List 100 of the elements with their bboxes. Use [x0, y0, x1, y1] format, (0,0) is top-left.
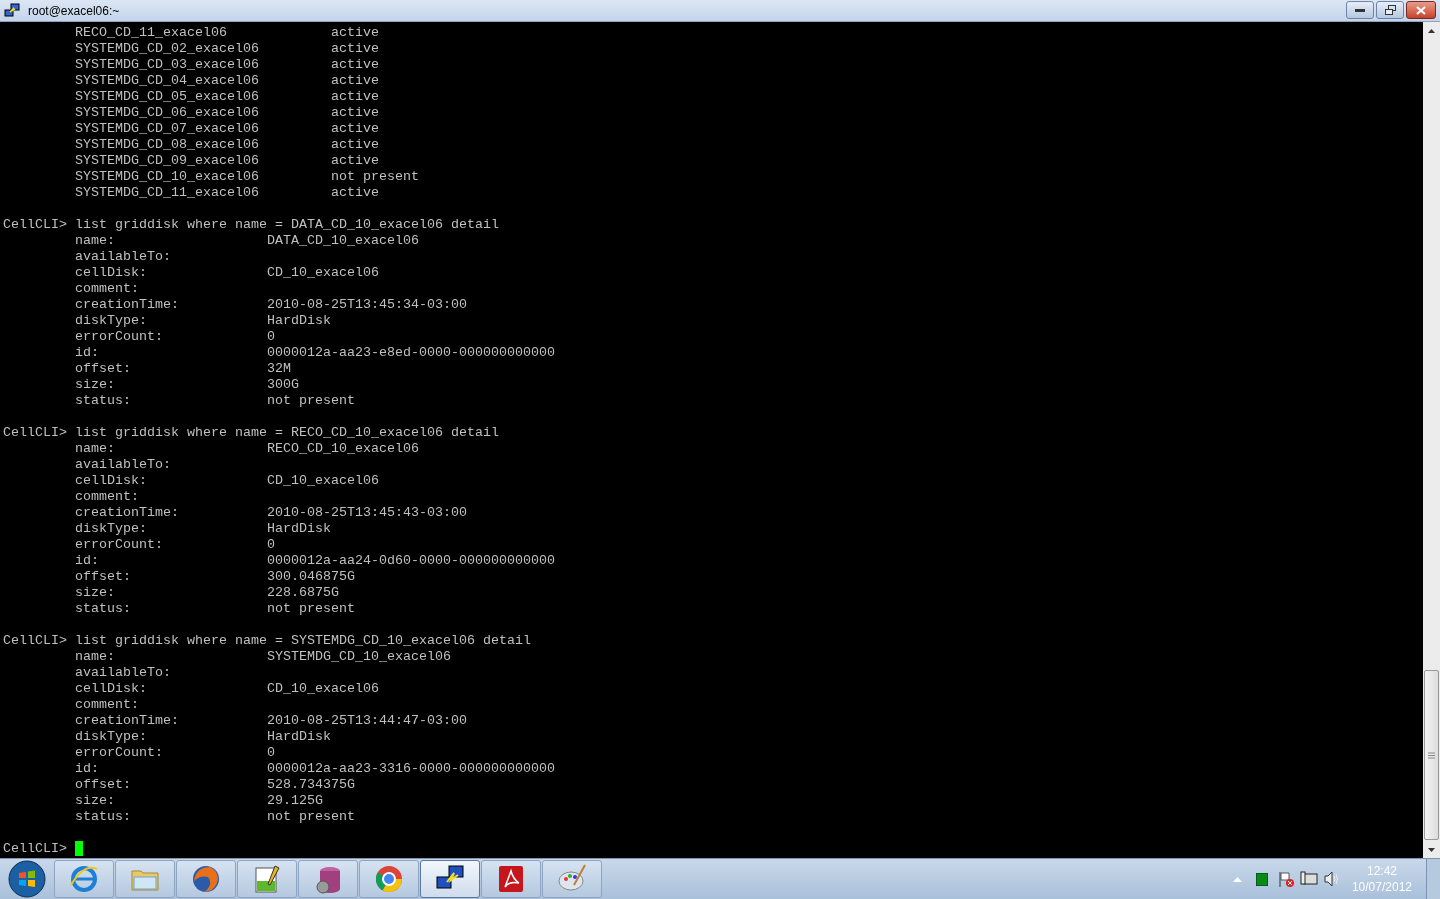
griddisk-status: active [331, 41, 379, 57]
griddisk-status: not present [331, 169, 419, 185]
globe-icon [190, 863, 222, 895]
attribute-name: comment: [75, 281, 139, 296]
cursor [75, 841, 83, 856]
attribute-value: 2010-08-25T13:45:34-03:00 [267, 297, 467, 313]
attribute-value: CD_10_exacel06 [267, 681, 379, 697]
attribute-name: size: [75, 585, 115, 600]
attribute-name: diskType: [75, 313, 147, 328]
attribute-name: errorCount: [75, 745, 163, 760]
attribute-value: 300G [267, 377, 299, 393]
attribute-name: id: [75, 345, 99, 360]
attribute-name: creationTime: [75, 297, 179, 312]
griddisk-name: SYSTEMDG_CD_05_exacel06 [75, 89, 259, 104]
griddisk-name: SYSTEMDG_CD_10_exacel06 [75, 169, 259, 184]
attribute-name: errorCount: [75, 329, 163, 344]
attribute-value: 300.046875G [267, 569, 355, 585]
attribute-value: HardDisk [267, 313, 331, 329]
command-text: list griddisk where name = SYSTEMDG_CD_10_exacel06 detail [75, 633, 531, 649]
griddisk-status: active [331, 153, 379, 169]
griddisk-status: active [331, 73, 379, 89]
attribute-value: HardDisk [267, 729, 331, 745]
griddisk-status: active [331, 121, 379, 137]
letter-e-icon [68, 863, 100, 895]
attribute-value: 0 [267, 329, 275, 345]
griddisk-name: SYSTEMDG_CD_07_exacel06 [75, 121, 259, 136]
attribute-name: id: [75, 761, 99, 776]
attribute-name: status: [75, 393, 131, 408]
attribute-name: comment: [75, 489, 139, 504]
griddisk-name: SYSTEMDG_CD_02_exacel06 [75, 41, 259, 56]
attribute-name: size: [75, 377, 115, 392]
command-text: list griddisk where name = DATA_CD_10_exacel06 detail [75, 217, 499, 233]
griddisk-name: SYSTEMDG_CD_06_exacel06 [75, 105, 259, 120]
attribute-name: status: [75, 809, 131, 824]
grid-meter-icon[interactable] [1255, 872, 1268, 886]
network-icon[interactable] [1299, 871, 1318, 887]
speaker-icon[interactable] [1323, 871, 1340, 887]
griddisk-name: SYSTEMDG_CD_09_exacel06 [75, 153, 259, 168]
attribute-value: 2010-08-25T13:45:43-03:00 [267, 505, 467, 521]
griddisk-status: active [331, 185, 379, 201]
attribute-name: availableTo: [75, 457, 171, 472]
clock-time[interactable]: 12:42 [1366, 863, 1397, 879]
griddisk-status: active [331, 25, 379, 41]
attribute-name: availableTo: [75, 665, 171, 680]
attribute-value: CD_10_exacel06 [267, 473, 379, 489]
close-button[interactable] [1406, 1, 1436, 19]
window-title: root@exacel06:~ [28, 2, 120, 20]
attribute-name: diskType: [75, 521, 147, 536]
scroll-up-icon [1428, 28, 1435, 33]
griddisk-name: RECO_CD_11_exacel06 [75, 25, 227, 40]
attribute-name: id: [75, 553, 99, 568]
griddisk-name: SYSTEMDG_CD_03_exacel06 [75, 57, 259, 72]
attribute-name: comment: [75, 697, 139, 712]
minimize-button[interactable] [1346, 1, 1374, 19]
griddisk-status: active [331, 137, 379, 153]
attribute-name: diskType: [75, 729, 147, 744]
attribute-name: cellDisk: [75, 681, 147, 696]
attribute-value: 228.6875G [267, 585, 339, 601]
attribute-value: DATA_CD_10_exacel06 [267, 233, 419, 249]
restore-icon [1384, 5, 1396, 15]
circle-logo-icon [373, 863, 405, 895]
attribute-value: 528.734375G [267, 777, 355, 793]
attribute-name: name: [75, 441, 115, 456]
attribute-name: name: [75, 649, 115, 664]
windows-orb-icon [8, 860, 46, 898]
attribute-name: creationTime: [75, 505, 179, 520]
attribute-name: cellDisk: [75, 473, 147, 488]
close-icon [1416, 5, 1426, 15]
shell-prompt: CellCLI> [3, 425, 67, 440]
attribute-name: creationTime: [75, 713, 179, 728]
scrollbar-thumb[interactable] [1424, 670, 1439, 840]
griddisk-name: SYSTEMDG_CD_08_exacel06 [75, 137, 259, 152]
attribute-value: 0 [267, 745, 275, 761]
flag-error-icon[interactable] [1277, 870, 1294, 888]
attribute-value: 0000012a-aa24-0d60-0000-000000000000 [267, 553, 555, 569]
clock-date[interactable]: 10/07/2012 [1351, 879, 1412, 895]
attribute-name: offset: [75, 777, 131, 792]
attribute-value: 32M [267, 361, 291, 377]
attribute-value: RECO_CD_10_exacel06 [267, 441, 419, 457]
griddisk-status: active [331, 57, 379, 73]
attribute-value: 0 [267, 537, 275, 553]
griddisk-status: active [331, 89, 379, 105]
minimize-icon [1355, 8, 1365, 12]
attribute-name: status: [75, 601, 131, 616]
attribute-name: availableTo: [75, 249, 171, 264]
command-text: list griddisk where name = RECO_CD_10_exacel06 detail [75, 425, 499, 441]
griddisk-status: active [331, 105, 379, 121]
attribute-value: 2010-08-25T13:44:47-03:00 [267, 713, 467, 729]
scroll-down-icon [1428, 847, 1435, 852]
grip-icon [1428, 751, 1435, 759]
attribute-name: offset: [75, 361, 131, 376]
restore-button[interactable] [1376, 1, 1404, 19]
attribute-name: cellDisk: [75, 265, 147, 280]
attribute-name: offset: [75, 569, 131, 584]
attribute-value: not present [267, 809, 355, 825]
attribute-value: not present [267, 601, 355, 617]
attribute-value: HardDisk [267, 521, 331, 537]
scrollbar[interactable] [1423, 22, 1440, 858]
taskbar-button[interactable] [420, 860, 480, 898]
attribute-name: name: [75, 233, 115, 248]
